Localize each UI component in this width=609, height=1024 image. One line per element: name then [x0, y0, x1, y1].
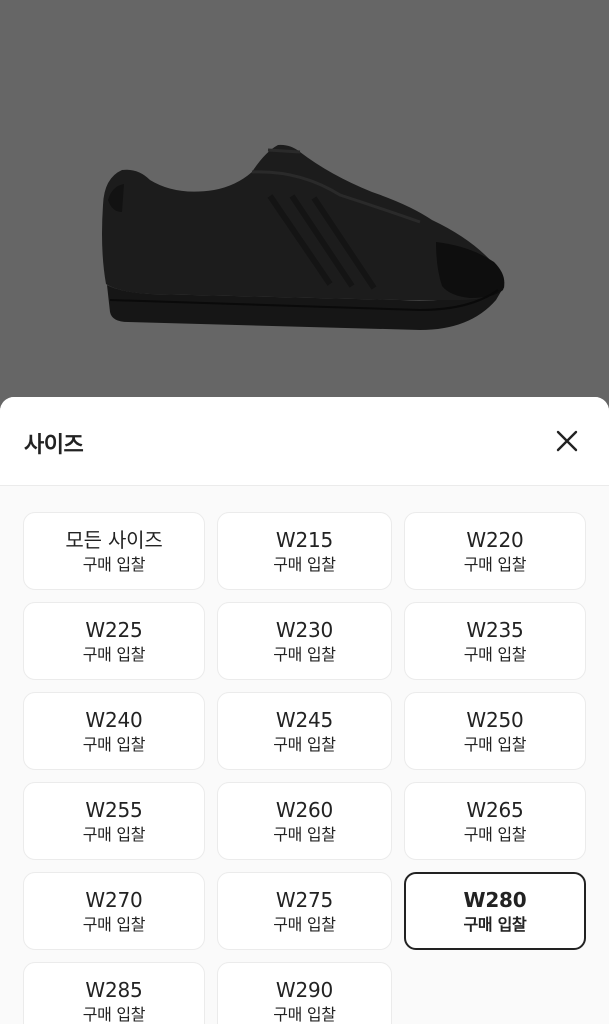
- close-icon: [556, 430, 578, 452]
- size-sub-label: 구매 입찰: [82, 824, 146, 844]
- size-option-all[interactable]: 모든 사이즈 구매 입찰: [23, 512, 205, 590]
- sheet-title: 사이즈: [24, 433, 84, 458]
- size-option-w250[interactable]: W250 구매 입찰: [404, 692, 586, 770]
- size-sub-label: 구매 입찰: [82, 644, 146, 664]
- size-sub-label: 구매 입찰: [463, 644, 527, 664]
- size-label: W225: [85, 617, 143, 642]
- size-label: W220: [466, 527, 524, 552]
- size-label: W285: [85, 977, 143, 1002]
- size-label: W290: [275, 977, 334, 1002]
- size-sub-label: 구매 입찰: [463, 824, 527, 844]
- size-sub-label: 구매 입찰: [82, 1004, 146, 1024]
- size-sub-label: 구매 입찰: [463, 914, 527, 934]
- size-sub-label: 구매 입찰: [82, 734, 146, 754]
- size-option-w275[interactable]: W275 구매 입찰: [217, 872, 392, 950]
- size-sub-label: 구매 입찰: [82, 554, 146, 574]
- size-grid: 모든 사이즈 구매 입찰 W215 구매 입찰 W220 구매 입찰 W225 …: [23, 512, 586, 1024]
- size-sub-label: 구매 입찰: [273, 1004, 336, 1024]
- size-label: W230: [275, 617, 334, 642]
- size-option-w280-selected[interactable]: W280 구매 입찰: [404, 872, 586, 950]
- size-sub-label: 구매 입찰: [463, 554, 527, 574]
- size-option-w215[interactable]: W215 구매 입찰: [217, 512, 392, 590]
- size-bottom-sheet: 사이즈 모든 사이즈 구매 입찰 W215 구매 입찰 W220 구매 입찰 W…: [0, 397, 609, 1024]
- size-option-w285[interactable]: W285 구매 입찰: [23, 962, 205, 1024]
- size-label: W270: [85, 887, 143, 912]
- sheet-header: 사이즈: [0, 397, 609, 486]
- size-option-w270[interactable]: W270 구매 입찰: [23, 872, 205, 950]
- size-sub-label: 구매 입찰: [273, 824, 336, 844]
- size-option-w290[interactable]: W290 구매 입찰: [217, 962, 392, 1024]
- close-button[interactable]: [548, 422, 586, 460]
- size-label: W255: [85, 797, 143, 822]
- product-image-area: [0, 0, 609, 410]
- size-sub-label: 구매 입찰: [273, 914, 336, 934]
- size-option-w255[interactable]: W255 구매 입찰: [23, 782, 205, 860]
- size-option-w245[interactable]: W245 구매 입찰: [217, 692, 392, 770]
- size-option-w240[interactable]: W240 구매 입찰: [23, 692, 205, 770]
- size-option-w230[interactable]: W230 구매 입찰: [217, 602, 392, 680]
- size-sub-label: 구매 입찰: [273, 734, 336, 754]
- size-option-w265[interactable]: W265 구매 입찰: [404, 782, 586, 860]
- size-option-w235[interactable]: W235 구매 입찰: [404, 602, 586, 680]
- size-label: W265: [466, 797, 524, 822]
- size-label: W245: [275, 707, 334, 732]
- size-sub-label: 구매 입찰: [273, 644, 336, 664]
- size-sub-label: 구매 입찰: [463, 734, 527, 754]
- size-label: W250: [466, 707, 524, 732]
- sneaker-image: [102, 144, 505, 330]
- size-label: 모든 사이즈: [65, 527, 163, 552]
- size-sub-label: 구매 입찰: [82, 914, 146, 934]
- size-option-w225[interactable]: W225 구매 입찰: [23, 602, 205, 680]
- size-option-w260[interactable]: W260 구매 입찰: [217, 782, 392, 860]
- size-label: W215: [275, 527, 334, 552]
- size-option-w220[interactable]: W220 구매 입찰: [404, 512, 586, 590]
- size-label: W260: [275, 797, 334, 822]
- size-sub-label: 구매 입찰: [273, 554, 336, 574]
- size-label: W280: [463, 887, 527, 912]
- size-label: W275: [275, 887, 334, 912]
- size-label: W240: [85, 707, 143, 732]
- size-label: W235: [466, 617, 524, 642]
